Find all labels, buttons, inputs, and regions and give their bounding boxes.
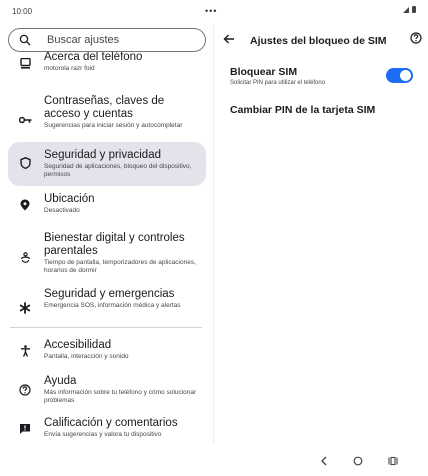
change-sim-pin-row[interactable]: Cambiar PIN de la tarjeta SIM xyxy=(222,102,420,120)
change-sim-pin-title: Cambiar PIN de la tarjeta SIM xyxy=(230,104,376,116)
settings-item-title: Ayuda xyxy=(44,375,77,387)
search-icon xyxy=(19,34,31,46)
settings-item-title: Acerca del teléfono xyxy=(44,51,143,63)
settings-item-subtitle: Seguridad de aplicaciones, bloqueo del d… xyxy=(44,163,192,178)
search-input[interactable] xyxy=(47,34,197,46)
search-bar[interactable] xyxy=(8,28,206,52)
key-icon xyxy=(18,113,32,127)
settings-item-title: Ubicación xyxy=(44,193,95,205)
settings-item-subtitle: Sugerencias para iniciar sesión y autoco… xyxy=(44,122,183,129)
shield-icon xyxy=(18,156,32,170)
settings-item-security-privacy[interactable]: Seguridad y privacidad Seguridad de apli… xyxy=(8,142,206,186)
nav-home-icon[interactable] xyxy=(351,454,365,468)
settings-item-about-phone[interactable]: Acerca del teléfono motorola razr fold xyxy=(8,50,206,76)
settings-item-title: Contraseñas, claves de acceso y cuentas xyxy=(44,95,165,120)
status-time: 10:00 xyxy=(12,7,33,16)
help-circle-icon xyxy=(18,383,32,397)
status-bar: 10:00 ••• xyxy=(0,0,428,24)
settings-list-pane[interactable]: Acerca del teléfono motorola razr fold C… xyxy=(0,24,214,444)
divider xyxy=(10,327,202,328)
settings-item-title: Seguridad y privacidad xyxy=(44,149,161,161)
phone-info-icon xyxy=(18,56,32,70)
nav-back-icon[interactable] xyxy=(317,454,331,468)
battery-icon xyxy=(412,6,416,13)
settings-item-title: Seguridad y emergencias xyxy=(44,288,175,300)
accessibility-icon xyxy=(18,344,32,358)
settings-item-subtitle: Pantalla, interacción y sonido xyxy=(44,353,129,360)
toggle-knob xyxy=(400,70,411,81)
status-dots: ••• xyxy=(205,6,218,16)
lock-sim-row[interactable]: Bloquear SIM Solicitar PIN para utilizar… xyxy=(222,64,420,92)
settings-item-subtitle: motorola razr fold xyxy=(44,65,95,72)
settings-item-safety-emergency[interactable]: Seguridad y emergencias Emergencia SOS, … xyxy=(8,286,206,328)
feedback-icon xyxy=(18,422,32,436)
settings-item-location[interactable]: Ubicación Desactivado xyxy=(8,190,206,220)
settings-item-title: Calificación y comentarios xyxy=(44,417,178,429)
settings-item-accessibility[interactable]: Accesibilidad Pantalla, interacción y so… xyxy=(8,336,206,366)
asterisk-icon xyxy=(18,301,32,315)
lock-sim-title: Bloquear SIM xyxy=(230,66,298,78)
settings-item-subtitle: Más información sobre tu teléfono y cómo… xyxy=(44,389,197,404)
settings-item-title: Accesibilidad xyxy=(44,339,112,351)
settings-item-help[interactable]: Ayuda Más información sobre tu teléfono … xyxy=(8,372,206,408)
settings-item-subtitle: Emergencia SOS, información médica y ale… xyxy=(44,302,181,309)
settings-item-subtitle: Desactivado xyxy=(44,207,80,214)
sim-lock-detail-pane: Ajustes del bloqueo de SIM Bloquear SIM … xyxy=(214,24,428,444)
help-icon[interactable] xyxy=(410,32,422,44)
settings-item-title: Bienestar digital y controles parentales xyxy=(44,232,185,257)
lock-sim-toggle[interactable] xyxy=(386,68,413,83)
back-arrow-icon[interactable] xyxy=(222,32,236,46)
nav-recents-icon[interactable] xyxy=(386,454,400,468)
settings-item-feedback[interactable]: Calificación y comentarios Envía sugeren… xyxy=(8,414,206,444)
lock-sim-subtitle: Solicitar PIN para utilizar el teléfono xyxy=(230,80,326,86)
status-icons xyxy=(403,6,416,13)
signal-icon xyxy=(403,6,409,13)
settings-item-subtitle: Envía sugerencias y valora tu dispositiv… xyxy=(44,431,162,438)
settings-item-digital-wellbeing[interactable]: Bienestar digital y controles parentales… xyxy=(8,230,206,286)
settings-item-passwords-accounts[interactable]: Contraseñas, claves de acceso y cuentas … xyxy=(8,92,206,148)
settings-item-subtitle: Tiempo de pantalla, temporizadores de ap… xyxy=(44,259,196,274)
navigation-bar xyxy=(0,444,428,476)
location-pin-icon xyxy=(18,198,32,212)
wellbeing-icon xyxy=(18,251,32,265)
page-title: Ajustes del bloqueo de SIM xyxy=(250,35,387,47)
